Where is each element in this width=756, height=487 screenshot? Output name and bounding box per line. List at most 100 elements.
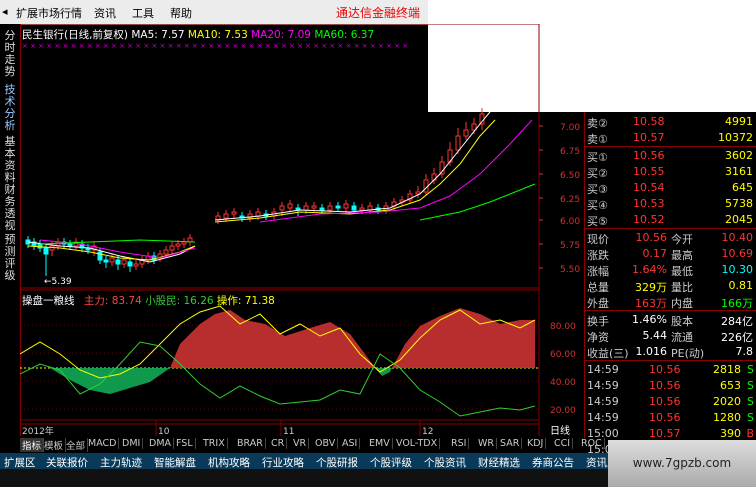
- fund-row[interactable]: 收益(三) 1.016 PE(动) 7.8: [585, 344, 756, 360]
- chart-area[interactable]: 7.00 6.75 6.50 6.25 6.00 5.75 5.50 × × × × × ×…: [20, 24, 584, 436]
- tick-row[interactable]: 14:59 10.56 2020 S: [585, 394, 756, 410]
- bottom-tab[interactable]: 扩展区: [4, 455, 36, 470]
- stat-row[interactable]: 现价 10.56 今开 10.40: [585, 230, 756, 246]
- price-tick-label: 6.00: [560, 217, 580, 227]
- divider: [585, 146, 756, 147]
- candle: [43, 247, 49, 255]
- buy-row[interactable]: 买④ 10.53 5738: [585, 196, 756, 212]
- indicator-tab[interactable]: VR: [291, 438, 310, 449]
- fund-row[interactable]: 净资 5.44 流通 226亿: [585, 328, 756, 344]
- bottom-tab[interactable]: 关联报价: [46, 455, 88, 470]
- divider: [585, 360, 756, 361]
- stat-row[interactable]: 涨跌 0.17 最高 10.69: [585, 246, 756, 262]
- tick-time: 14:59: [587, 395, 619, 408]
- tab-fundamental[interactable]: 基本资料: [2, 136, 18, 184]
- candle: [97, 251, 103, 261]
- menu-item-help[interactable]: 帮助: [170, 5, 192, 21]
- indicator-tab[interactable]: SAR: [498, 438, 523, 449]
- indicator-tab[interactable]: MACD: [86, 438, 120, 449]
- tab-intraday[interactable]: 分时走势: [2, 30, 18, 78]
- bottom-tab[interactable]: 主力轨迹: [100, 455, 142, 470]
- indicator-tab[interactable]: DMA: [147, 438, 175, 449]
- candle: [169, 245, 175, 251]
- indicator-tab[interactable]: RSI: [449, 438, 470, 449]
- indicator-tab[interactable]: 模板: [42, 438, 67, 452]
- menu-arrow-icon[interactable]: ◂: [2, 5, 8, 18]
- sell-row[interactable]: 卖② 10.58 4991: [585, 114, 756, 130]
- ma60-line-2: [419, 183, 536, 221]
- main-force-area-red-2: [392, 308, 535, 368]
- bottom-tab[interactable]: 智能解盘: [154, 455, 196, 470]
- buy-row[interactable]: 买① 10.56 3602: [585, 148, 756, 164]
- tick-row[interactable]: 14:59 10.56 1280 S: [585, 410, 756, 426]
- fund-value: 5.44: [642, 329, 668, 342]
- fund-row[interactable]: 换手 1.46% 股本 284亿: [585, 312, 756, 328]
- blank-area-right: [584, 0, 756, 112]
- stat-row[interactable]: 总量 329万 量比 0.81: [585, 278, 756, 294]
- price-tick-label: 6.25: [560, 195, 580, 205]
- ma60-value: MA60: 6.37: [314, 29, 375, 41]
- buy-row[interactable]: 买③ 10.54 645: [585, 180, 756, 196]
- bottom-tab[interactable]: 个股资讯: [424, 455, 466, 470]
- indicator-name[interactable]: 操盘一粮线: [22, 295, 75, 307]
- stat-row[interactable]: 外盘 163万 内盘 166万: [585, 294, 756, 310]
- tick-row[interactable]: 14:59 10.56 2818 S: [585, 362, 756, 378]
- tick-time: 14:59: [587, 411, 619, 424]
- tick-price: 10.56: [649, 379, 681, 392]
- stat-row[interactable]: 涨幅 1.64% 最低 10.30: [585, 262, 756, 278]
- indicator-tab[interactable]: OBV: [313, 438, 339, 449]
- stat-label: 现价: [587, 233, 609, 246]
- buy-row[interactable]: 买⑤ 10.52 2045: [585, 212, 756, 228]
- tick-direction: S: [747, 395, 754, 408]
- candle: [109, 257, 115, 263]
- stat-value: 0.17: [642, 247, 668, 260]
- candle: [37, 243, 43, 249]
- buy-volume: 3161: [725, 165, 753, 178]
- menu-item-news[interactable]: 资讯: [94, 5, 116, 21]
- indicator-tab[interactable]: KDJ: [525, 438, 547, 449]
- tab-forecast[interactable]: 预测评级: [2, 234, 18, 282]
- tick-row[interactable]: 14:59 10.56 653 S: [585, 378, 756, 394]
- indicator-tab[interactable]: TRIX: [201, 438, 228, 449]
- bottom-tab[interactable]: 机构攻略: [208, 455, 250, 470]
- buy-row[interactable]: 买② 10.55 3161: [585, 164, 756, 180]
- indicator-tab[interactable]: VOL-TDX: [394, 438, 441, 449]
- tab-technical[interactable]: 技术分析: [2, 84, 18, 132]
- fund-value: 1.016: [635, 345, 668, 358]
- stat-value: 1.64%: [632, 263, 667, 276]
- stock-name: 民生银行(日线,前复权): [22, 29, 129, 41]
- candle: [415, 191, 421, 195]
- bottom-tab[interactable]: 券商公告: [532, 455, 574, 470]
- bottom-tab[interactable]: 财经精选: [478, 455, 520, 470]
- main-force-value: 主力: 83.74: [83, 295, 142, 307]
- candle: [127, 261, 133, 267]
- indicator-tab[interactable]: WR: [476, 438, 497, 449]
- candle: [335, 205, 341, 209]
- indicator-tab[interactable]: CR: [269, 438, 288, 449]
- menu-item-ext-market[interactable]: 扩展市场行情: [16, 5, 82, 21]
- fund-label-2: PE(动): [671, 347, 705, 360]
- buy-price: 10.52: [633, 213, 665, 226]
- indicator-tab[interactable]: CCI: [552, 438, 574, 449]
- tick-time: 14:59: [587, 363, 619, 376]
- period-label: 日线: [550, 424, 570, 436]
- sell-row[interactable]: 卖① 10.57 10372: [585, 130, 756, 146]
- bottom-tab[interactable]: 个股研报: [316, 455, 358, 470]
- menu-item-tools[interactable]: 工具: [132, 5, 154, 21]
- bottom-tab[interactable]: 行业攻略: [262, 455, 304, 470]
- indicator-tab[interactable]: 指标: [20, 438, 45, 452]
- tick-volume: 390: [720, 427, 741, 440]
- buy-price: 10.55: [633, 165, 665, 178]
- candle: [327, 205, 333, 211]
- indicator-tab[interactable]: BRAR: [235, 438, 266, 449]
- kline-info-bar: 民生银行(日线,前复权) MA5: 7.57 MA10: 7.53 MA20: …: [22, 27, 374, 42]
- indicator-tab[interactable]: FSL: [174, 438, 196, 449]
- bottom-tab[interactable]: 个股评级: [370, 455, 412, 470]
- indicator-tab[interactable]: ASI: [340, 438, 361, 449]
- indicator-tab[interactable]: EMV: [367, 438, 393, 449]
- tab-financial[interactable]: 财务透视: [2, 184, 18, 232]
- indicator-tab[interactable]: DMI: [120, 438, 144, 449]
- tick-price: 10.57: [649, 427, 681, 440]
- indicator-tab[interactable]: 全部: [64, 438, 89, 452]
- indicator-tab[interactable]: ROC: [579, 438, 605, 449]
